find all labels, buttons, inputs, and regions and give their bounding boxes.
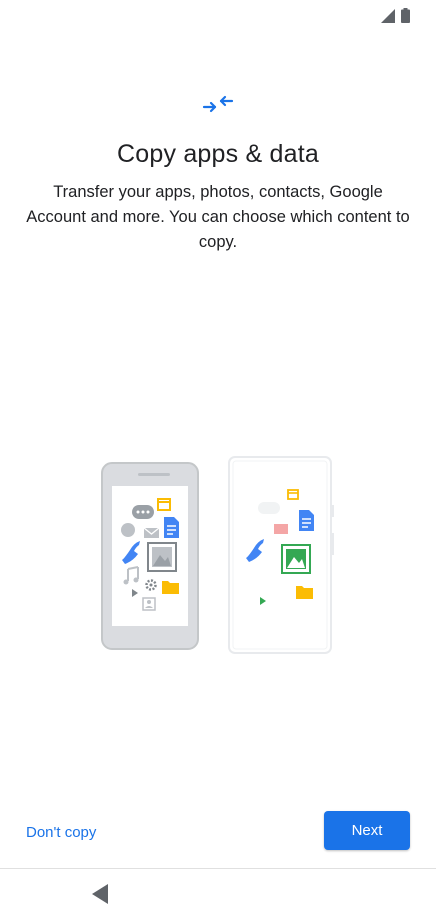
- signal-icon: [381, 8, 395, 23]
- back-icon[interactable]: [90, 883, 110, 905]
- copy-apps-screen: Copy apps & data Transfer your apps, pho…: [0, 0, 436, 920]
- old-location-icon: [121, 523, 135, 537]
- navigation-bar: [0, 868, 436, 920]
- dont-copy-button[interactable]: Don't copy: [12, 815, 110, 849]
- battery-icon: [401, 8, 410, 23]
- next-button[interactable]: Next: [324, 811, 410, 850]
- mail-icon: [143, 527, 160, 538]
- transfer-arrows-icon: [202, 95, 234, 113]
- photo-icon: [147, 542, 177, 572]
- new-photo-icon: [281, 544, 311, 574]
- transfer-illustration: [101, 456, 334, 654]
- status-bar: [0, 0, 436, 30]
- new-document-icon: [299, 510, 314, 531]
- new-mail-icon: [274, 524, 288, 534]
- page-title: Copy apps & data: [117, 140, 319, 168]
- document-icon: [164, 517, 179, 538]
- status-icons: [381, 8, 410, 23]
- message-icon: [132, 505, 154, 519]
- page-description: Transfer your apps, photos, contacts, Go…: [26, 183, 410, 251]
- new-message-icon: [258, 502, 280, 514]
